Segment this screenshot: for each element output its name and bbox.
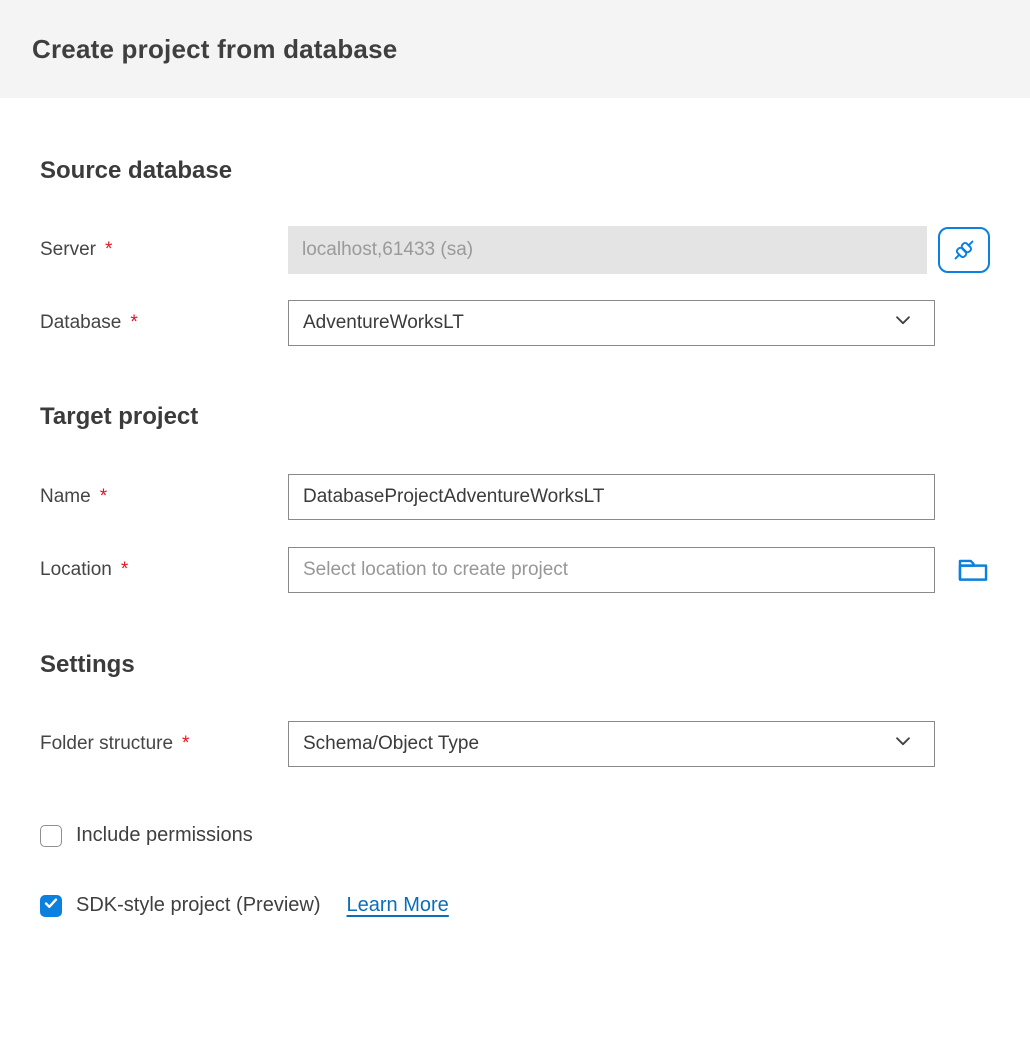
server-field-row: Server* bbox=[40, 226, 990, 274]
sdk-style-project-label: SDK-style project (Preview) bbox=[76, 894, 321, 917]
folder-icon bbox=[956, 554, 990, 586]
folder-structure-field-row: Folder structure* Schema/Object Type bbox=[40, 721, 990, 767]
dialog-header: Create project from database bbox=[0, 0, 1030, 98]
browse-folder-button[interactable] bbox=[956, 553, 990, 587]
server-label: Server* bbox=[40, 239, 288, 261]
server-input bbox=[288, 226, 927, 274]
database-field-row: Database* AdventureWorksLT bbox=[40, 300, 990, 346]
location-field-row: Location* bbox=[40, 547, 990, 593]
location-label: Location* bbox=[40, 559, 288, 581]
required-asterisk: * bbox=[182, 733, 189, 754]
database-label: Database* bbox=[40, 312, 288, 334]
database-dropdown-value: AdventureWorksLT bbox=[303, 312, 464, 334]
section-heading-source-database: Source database bbox=[40, 156, 990, 186]
section-heading-target-project: Target project bbox=[40, 402, 990, 432]
required-asterisk: * bbox=[121, 559, 128, 580]
learn-more-link[interactable]: Learn More bbox=[347, 894, 449, 917]
include-permissions-checkbox[interactable] bbox=[40, 825, 62, 847]
required-asterisk: * bbox=[100, 486, 107, 507]
plug-icon bbox=[950, 236, 978, 264]
project-name-input[interactable] bbox=[288, 474, 935, 520]
folder-structure-label: Folder structure* bbox=[40, 733, 288, 755]
sdk-style-project-checkbox[interactable] bbox=[40, 895, 62, 917]
name-label: Name* bbox=[40, 486, 288, 508]
include-permissions-label: Include permissions bbox=[76, 824, 253, 847]
sdk-style-project-row: SDK-style project (Preview) Learn More bbox=[40, 894, 990, 917]
database-dropdown[interactable]: AdventureWorksLT bbox=[288, 300, 935, 346]
check-icon bbox=[43, 895, 59, 916]
section-heading-settings: Settings bbox=[40, 650, 990, 680]
include-permissions-row: Include permissions bbox=[40, 824, 990, 847]
required-asterisk: * bbox=[105, 239, 112, 260]
location-input[interactable] bbox=[288, 547, 935, 593]
chevron-down-icon bbox=[892, 730, 914, 758]
change-connection-button[interactable] bbox=[938, 227, 990, 273]
required-asterisk: * bbox=[130, 312, 137, 333]
folder-structure-dropdown-value: Schema/Object Type bbox=[303, 733, 479, 755]
name-field-row: Name* bbox=[40, 474, 990, 520]
dialog-title: Create project from database bbox=[32, 34, 397, 65]
folder-structure-dropdown[interactable]: Schema/Object Type bbox=[288, 721, 935, 767]
chevron-down-icon bbox=[892, 309, 914, 337]
dialog-body: Source database Server* Database* Advent… bbox=[0, 156, 1030, 917]
